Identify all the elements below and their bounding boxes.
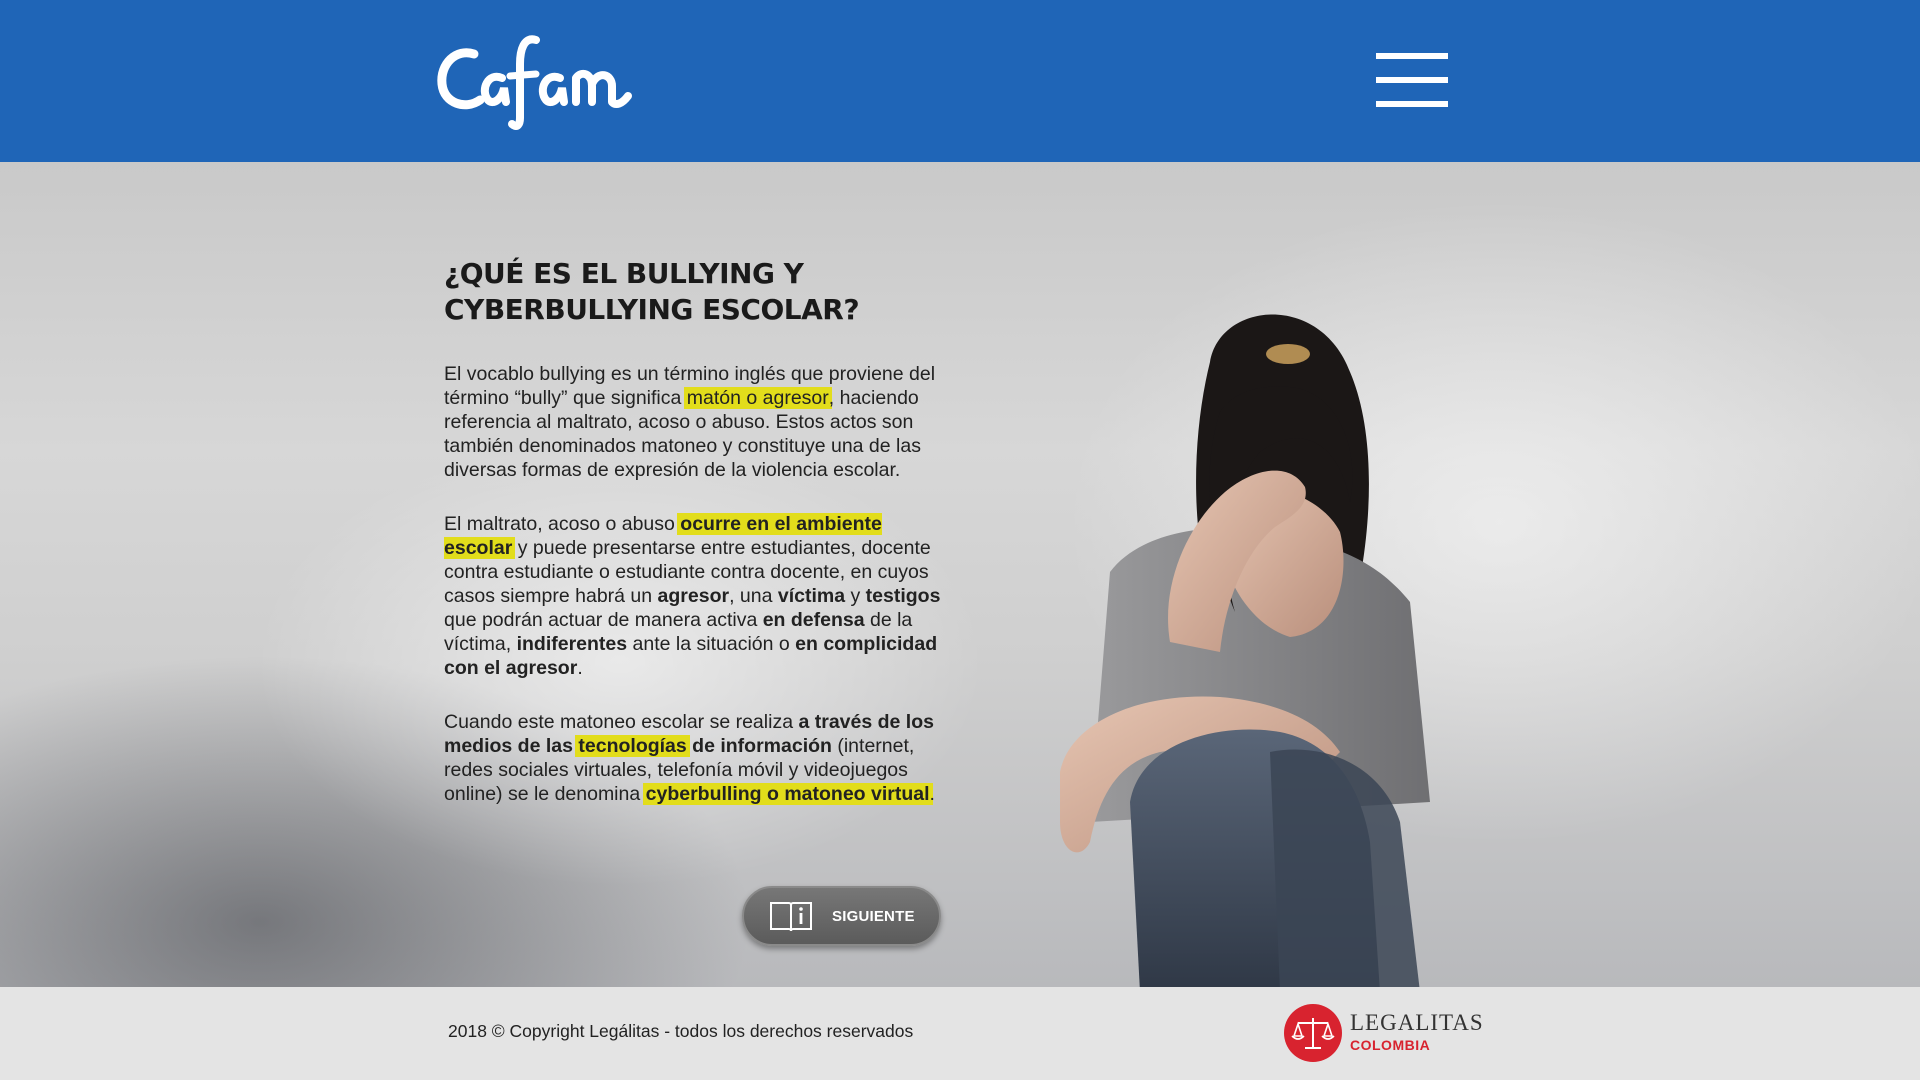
menu-bar <box>1376 101 1448 107</box>
text: y <box>845 585 866 607</box>
paragraph-cyberbullying: Cuando este matoneo escolar se realiza a… <box>444 710 944 806</box>
paragraph-definition: El vocablo bullying es un término inglés… <box>444 362 944 482</box>
bold-text: agresor <box>657 585 730 607</box>
next-button[interactable]: SIGUIENTE <box>742 886 941 946</box>
title-line: CYBERBULLYING ESCOLAR? <box>444 293 860 326</box>
bold-text: de información <box>686 735 832 757</box>
bold-text: testigos <box>865 585 941 607</box>
bold-text: en defensa <box>762 609 865 631</box>
text: ante la situación o <box>627 633 796 655</box>
text: , una <box>729 585 778 607</box>
page-title: ¿QUÉ ES EL BULLYING Y CYBERBULLYING ESCO… <box>444 256 944 328</box>
cafam-logo-mark <box>437 35 632 130</box>
site-footer: 2018 © Copyright Legálitas - todos los d… <box>0 987 1920 1080</box>
scales-of-justice-icon <box>1284 1004 1342 1062</box>
site-header <box>0 0 1920 162</box>
sad-girl-photo <box>1060 314 1430 987</box>
highlight-text: tecnologías <box>575 735 690 757</box>
text: El maltrato, acoso o abuso <box>444 513 681 535</box>
text: que podrán actuar de manera activa <box>444 609 763 631</box>
menu-bar <box>1376 53 1448 59</box>
info-book-icon <box>770 902 812 932</box>
text: Cuando este matoneo escolar se realiza <box>444 711 799 733</box>
legalitas-country-text: COLOMBIA <box>1350 1037 1431 1053</box>
legalitas-brand-text: LEGALITAS <box>1350 1010 1484 1035</box>
bold-text: indiferentes <box>516 633 628 655</box>
title-line: ¿QUÉ ES EL BULLYING Y <box>444 257 804 290</box>
bold-text: víctima <box>777 585 846 607</box>
hamburger-menu-icon[interactable] <box>1376 53 1448 107</box>
paragraph-roles: El maltrato, acoso o abuso ocurre en el … <box>444 512 944 680</box>
menu-bar <box>1376 77 1448 83</box>
highlight-text: cyberbulling o matoneo virtual <box>642 783 933 805</box>
highlight-text: matón o agresor <box>683 387 832 409</box>
next-button-label: SIGUIENTE <box>832 908 915 925</box>
legalitas-logo[interactable]: LEGALITAS COLOMBIA <box>1284 1004 1484 1064</box>
hero-section: ¿QUÉ ES EL BULLYING Y CYBERBULLYING ESCO… <box>0 162 1920 987</box>
cafam-logo[interactable] <box>436 34 636 130</box>
text: . <box>929 783 935 805</box>
copyright-text: 2018 © Copyright Legálitas - todos los d… <box>448 1021 914 1041</box>
text: . <box>577 657 583 679</box>
article-content: ¿QUÉ ES EL BULLYING Y CYBERBULLYING ESCO… <box>444 256 944 806</box>
